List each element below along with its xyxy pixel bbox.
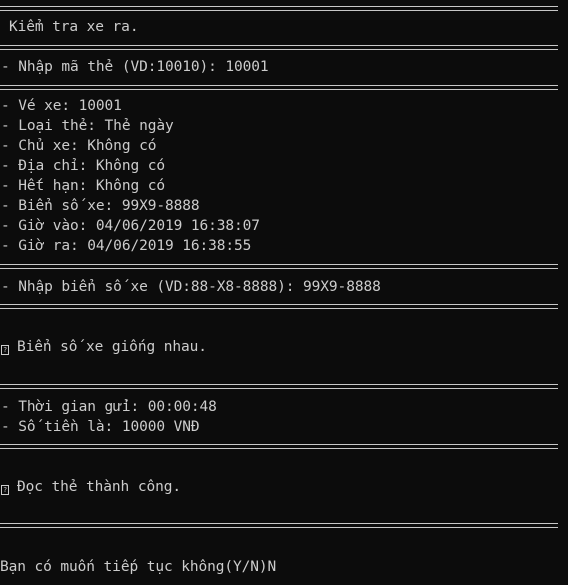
separator-line: [0, 523, 558, 528]
plate-input-prompt[interactable]: - Nhập biển số xe (VD:88-X8-8888): 99X9-…: [1, 277, 381, 297]
separator-line: [0, 45, 558, 50]
plate-match-message: Biển số xe giống nhau.: [17, 339, 207, 355]
separator-line: [0, 264, 558, 269]
entry-time: - Giờ vào: 04/06/2019 16:38:07: [1, 218, 260, 234]
exit-time: - Giờ ra: 04/06/2019 16:38:55: [1, 238, 252, 254]
separator-line: [0, 444, 558, 449]
expiry-date: - Hết hạn: Không có: [1, 178, 165, 194]
separator-line: [0, 384, 558, 389]
card-type: - Loại thẻ: Thẻ ngày: [1, 118, 174, 134]
unknown-glyph-icon: ?: [1, 485, 9, 495]
read-success-line: ? Đọc thẻ thành công.: [1, 477, 181, 497]
unknown-glyph-icon: ?: [1, 345, 9, 355]
license-plate: - Biển số xe: 99X9-8888: [1, 198, 200, 214]
separator-line: [0, 6, 558, 11]
plate-match-line: ? Biển số xe giống nhau.: [1, 337, 207, 357]
separator-line: [0, 85, 558, 90]
parking-duration: - Thời gian gửi: 00:00:48: [1, 399, 217, 415]
separator-line: [0, 304, 558, 309]
owner-address: - Địa chỉ: Không có: [1, 158, 165, 174]
card-code-prompt[interactable]: - Nhập mã thẻ (VD:10010): 10001: [1, 57, 269, 77]
vehicle-owner: - Chủ xe: Không có: [1, 138, 157, 154]
ticket-number: - Vé xe: 10001: [1, 98, 122, 114]
continue-prompt[interactable]: Bạn có muốn tiếp tục không(Y/N)N: [0, 557, 276, 577]
read-success-message: Đọc thẻ thành công.: [17, 479, 181, 495]
console-window: Kiểm tra xe ra. - Nhập mã thẻ (VD:10010)…: [0, 0, 568, 585]
screen-title: Kiểm tra xe ra.: [9, 19, 139, 35]
parking-fee: - Số tiền là: 10000 VNĐ: [1, 419, 200, 435]
